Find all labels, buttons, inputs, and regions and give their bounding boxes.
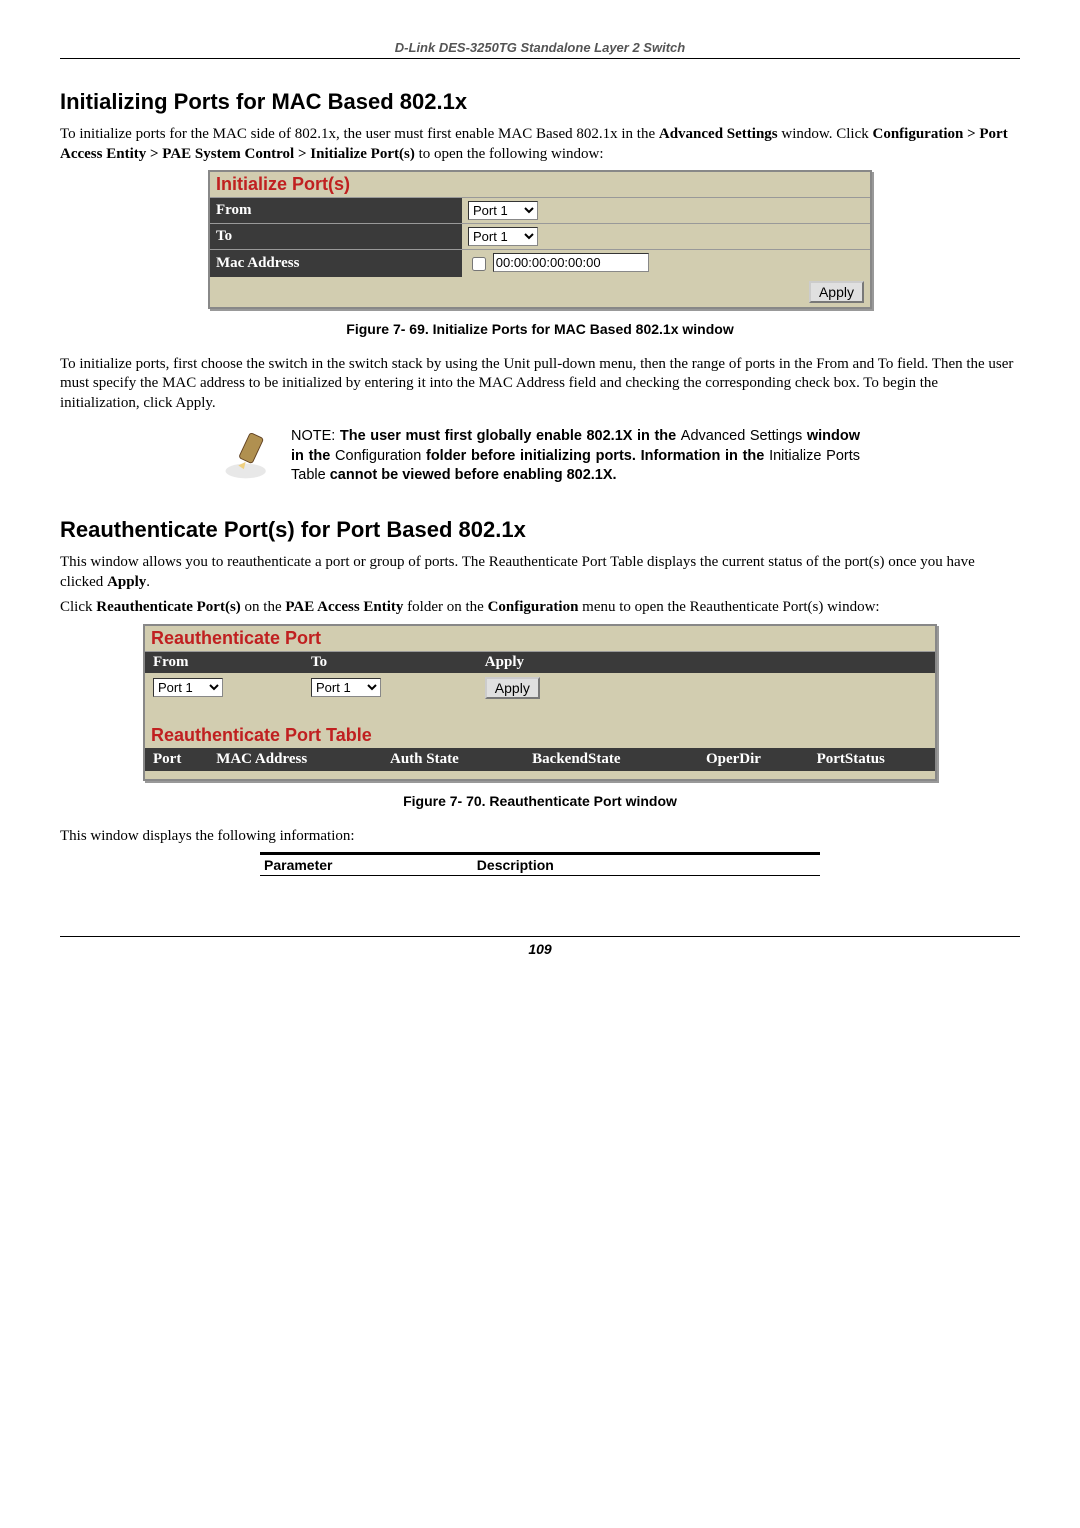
text: on the <box>241 599 286 615</box>
figure-7-69-caption: Figure 7- 69. Initialize Ports for MAC B… <box>60 321 1020 337</box>
section2-intro: This window allows you to reauthenticate… <box>60 553 1020 592</box>
doc-header: D-Link DES-3250TG Standalone Layer 2 Swi… <box>60 40 1020 59</box>
page-footer: 109 <box>60 936 1020 957</box>
bold: Advanced Settings <box>659 126 778 142</box>
param-header: Parameter <box>260 854 473 876</box>
reauth-from-select[interactable]: Port 1 <box>153 678 223 697</box>
from-label: From <box>210 198 462 224</box>
col-operdir: OperDir <box>698 748 809 771</box>
reauth-to-select[interactable]: Port 1 <box>311 678 381 697</box>
text: To initialize ports for the MAC side of … <box>60 126 659 142</box>
text: window. Click <box>778 126 873 142</box>
figure-7-70-caption: Figure 7- 70. Reauthenticate Port window <box>60 793 1020 809</box>
text: Advanced Settings <box>681 428 807 444</box>
desc-header: Description <box>473 854 820 876</box>
note-text: NOTE: The user must first globally enabl… <box>291 427 860 486</box>
bold: The user must first globally enable 802.… <box>340 428 681 444</box>
to-select[interactable]: Port 1 <box>468 227 538 246</box>
initialize-ports-widget: Initialize Port(s) From Port 1 To Port 1… <box>208 170 872 309</box>
text: . <box>146 574 150 590</box>
note-block: NOTE: The user must first globally enabl… <box>220 427 860 487</box>
section1-para2: To initialize ports, first choose the sw… <box>60 355 1020 414</box>
from-header: From <box>145 651 303 673</box>
widget-title: Initialize Port(s) <box>210 172 870 197</box>
mac-label: Mac Address <box>210 250 462 277</box>
widget2-title1: Reauthenticate Port <box>145 626 935 651</box>
apply-header: Apply <box>477 651 935 673</box>
reauth-port-widget: Reauthenticate Port From To Apply Port 1… <box>143 624 937 781</box>
to-header: To <box>303 651 477 673</box>
section1-heading: Initializing Ports for MAC Based 802.1x <box>60 89 1020 115</box>
to-label: To <box>210 224 462 250</box>
bold: Reauthenticate Port(s) <box>96 599 241 615</box>
section1-intro: To initialize ports for the MAC side of … <box>60 125 1020 164</box>
section2-para2: Click Reauthenticate Port(s) on the PAE … <box>60 598 1020 618</box>
text: Click <box>60 599 96 615</box>
section2-heading: Reauthenticate Port(s) for Port Based 80… <box>60 517 1020 543</box>
bold: PAE Access Entity <box>285 599 403 615</box>
col-mac: MAC Address <box>208 748 382 771</box>
col-auth: Auth State <box>382 748 524 771</box>
parameter-table: Parameter Description <box>260 852 820 876</box>
text: NOTE: <box>291 428 340 444</box>
widget2-title2: Reauthenticate Port Table <box>145 723 935 748</box>
text: This window allows you to reauthenticate… <box>60 554 975 590</box>
text: folder on the <box>403 599 487 615</box>
bold: folder before initializing ports. Inform… <box>426 448 769 464</box>
mac-input[interactable] <box>493 253 649 272</box>
col-portstatus: PortStatus <box>809 748 935 771</box>
text: to open the following window: <box>415 146 604 162</box>
reauth-apply-button[interactable]: Apply <box>485 677 540 699</box>
bold: cannot be viewed before enabling 802.1X. <box>330 467 617 483</box>
mac-checkbox[interactable] <box>472 257 486 271</box>
from-select[interactable]: Port 1 <box>468 201 538 220</box>
section2-after: This window displays the following infor… <box>60 827 1020 847</box>
pencil-note-icon <box>220 427 275 487</box>
col-backend: BackendState <box>524 748 698 771</box>
text: Configuration <box>335 448 426 464</box>
text: menu to open the Reauthenticate Port(s) … <box>578 599 879 615</box>
bold: Apply <box>107 574 146 590</box>
apply-button[interactable]: Apply <box>809 281 864 303</box>
bold: Configuration <box>488 599 579 615</box>
col-port: Port <box>145 748 208 771</box>
